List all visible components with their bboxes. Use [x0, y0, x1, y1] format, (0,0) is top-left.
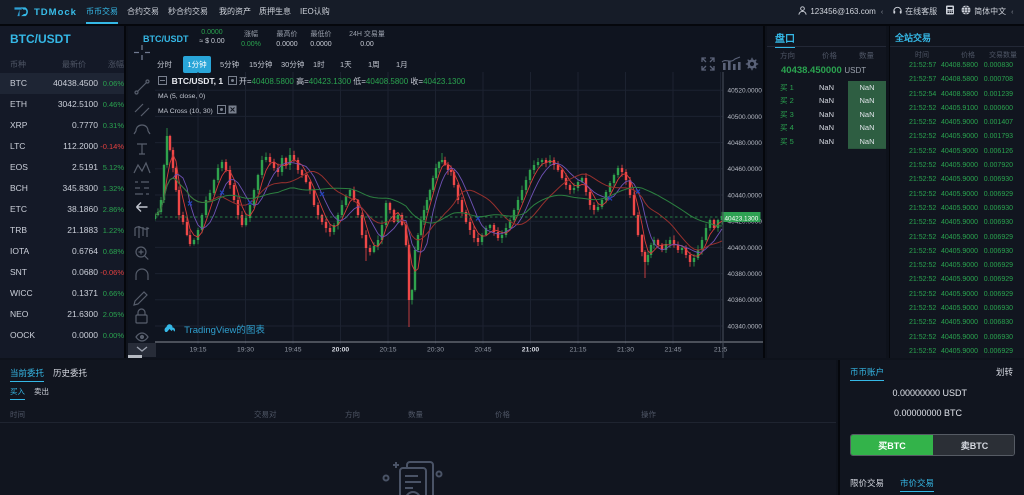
svg-text:40460.0000: 40460.0000	[728, 166, 763, 173]
svg-text:40500.0000: 40500.0000	[728, 114, 763, 121]
svg-text:40440.0000: 40440.0000	[728, 192, 763, 199]
svg-text:40340.0000: 40340.0000	[728, 323, 763, 330]
svg-text:19:15: 19:15	[189, 347, 206, 354]
svg-text:40423.1300: 40423.1300	[725, 215, 759, 222]
svg-text:21:45: 21:45	[664, 347, 681, 354]
svg-text:20:45: 20:45	[474, 347, 491, 354]
svg-text:40360.0000: 40360.0000	[728, 297, 763, 304]
svg-text:20:15: 20:15	[379, 347, 396, 354]
svg-text:20:00: 20:00	[332, 347, 350, 354]
svg-text:21:15: 21:15	[569, 347, 586, 354]
svg-text:19:30: 19:30	[237, 347, 254, 354]
svg-text:21:00: 21:00	[522, 347, 540, 354]
svg-text:20:30: 20:30	[427, 347, 444, 354]
svg-text:40520.0000: 40520.0000	[728, 88, 763, 95]
svg-text:21:5: 21:5	[714, 347, 727, 354]
svg-text:40400.0000: 40400.0000	[728, 245, 763, 252]
svg-text:21:30: 21:30	[617, 347, 634, 354]
svg-text:19:45: 19:45	[284, 347, 301, 354]
svg-text:40380.0000: 40380.0000	[728, 271, 763, 278]
svg-text:40480.0000: 40480.0000	[728, 140, 763, 147]
